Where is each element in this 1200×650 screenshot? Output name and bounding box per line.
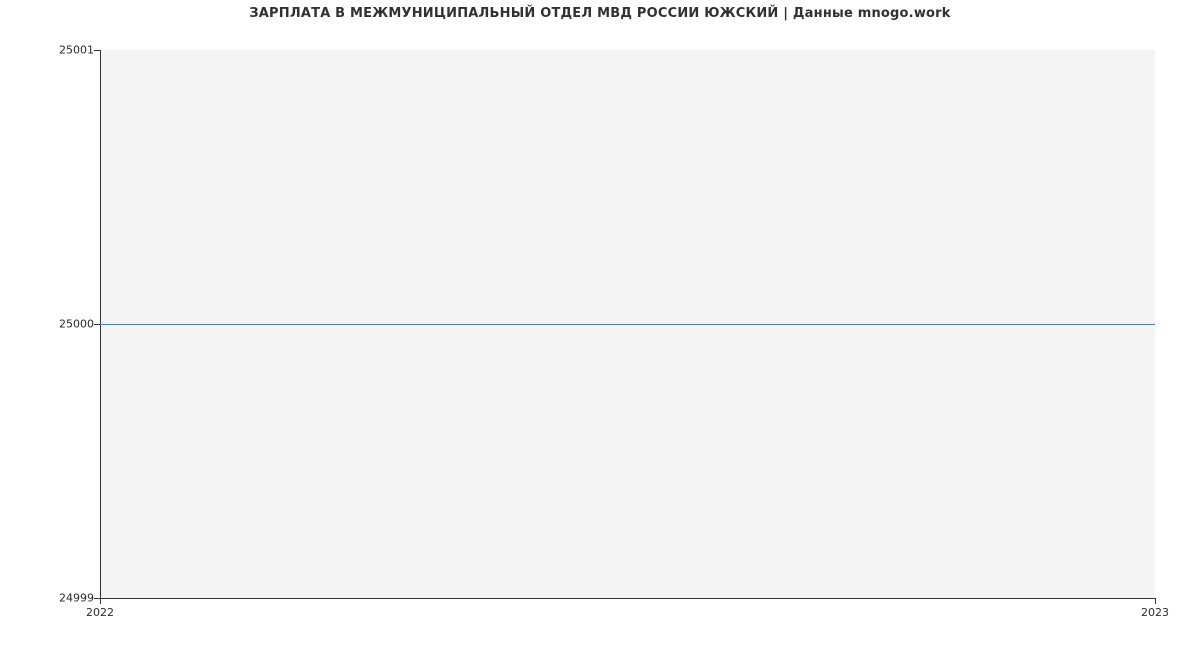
y-tick-label: 25001 bbox=[4, 44, 94, 57]
x-tick-label: 2023 bbox=[1141, 606, 1169, 619]
chart-container: ЗАРПЛАТА В МЕЖМУНИЦИПАЛЬНЫЙ ОТДЕЛ МВД РО… bbox=[0, 0, 1200, 650]
x-tick bbox=[1155, 598, 1156, 604]
y-tick-label: 24999 bbox=[4, 592, 94, 605]
y-tick-label: 25000 bbox=[4, 318, 94, 331]
x-axis-line bbox=[100, 598, 1155, 599]
chart-title: ЗАРПЛАТА В МЕЖМУНИЦИПАЛЬНЫЙ ОТДЕЛ МВД РО… bbox=[0, 6, 1200, 21]
x-tick-label: 2022 bbox=[86, 606, 114, 619]
series-line-salary bbox=[100, 324, 1155, 325]
